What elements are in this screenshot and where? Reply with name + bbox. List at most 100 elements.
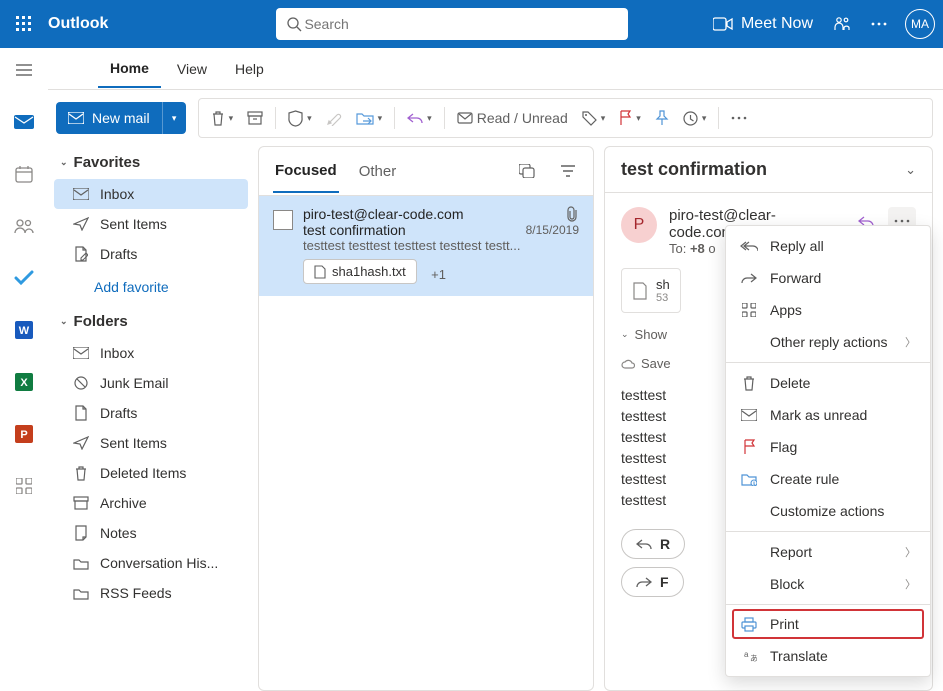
favorites-header[interactable]: ⌄Favorites xyxy=(54,146,248,179)
mail-icon xyxy=(13,114,35,130)
sent-icon xyxy=(73,436,89,450)
forward-icon xyxy=(636,576,652,588)
sent-icon xyxy=(73,217,89,231)
ctx-create-rule[interactable]: Create rule xyxy=(726,463,930,495)
ctx-reply-all[interactable]: Reply all xyxy=(726,230,930,262)
reply-pill-button[interactable]: R xyxy=(621,529,685,559)
message-subject: test confirmation xyxy=(303,222,406,238)
multiselect-icon xyxy=(519,164,535,178)
folders-header[interactable]: ⌄Folders xyxy=(54,305,248,338)
nav-toggle-button[interactable] xyxy=(8,54,40,86)
rail-powerpoint[interactable]: P xyxy=(8,418,40,450)
folder-notes[interactable]: Notes xyxy=(54,518,248,548)
flag-button[interactable]: ▾ xyxy=(613,102,647,134)
folder-junk[interactable]: Junk Email xyxy=(54,368,248,398)
mail-icon xyxy=(68,112,84,124)
reply-icon xyxy=(636,538,652,550)
pivot-focused[interactable]: Focused xyxy=(273,150,339,193)
ctx-mark-unread[interactable]: Mark as unread xyxy=(726,399,930,431)
teams-button[interactable] xyxy=(823,0,861,48)
reading-subject: test confirmation xyxy=(621,159,905,180)
meet-now-label: Meet Now xyxy=(741,15,813,33)
filter-button[interactable] xyxy=(557,155,579,187)
sweep-button[interactable] xyxy=(320,102,348,134)
delete-icon xyxy=(211,110,225,126)
rail-more-apps[interactable] xyxy=(8,470,40,502)
folder-archive[interactable]: Archive xyxy=(54,488,248,518)
inbox-icon xyxy=(73,347,89,359)
folder-drafts[interactable]: Drafts xyxy=(54,398,248,428)
paperclip-icon xyxy=(565,206,579,222)
favorite-drafts[interactable]: Drafts xyxy=(54,239,248,269)
ctx-forward[interactable]: Forward xyxy=(726,262,930,294)
flag-icon xyxy=(743,439,756,455)
tab-view[interactable]: View xyxy=(165,51,219,87)
rail-excel[interactable]: X xyxy=(8,366,40,398)
separator xyxy=(726,362,930,363)
favorite-sent[interactable]: Sent Items xyxy=(54,209,248,239)
message-date: 8/15/2019 xyxy=(526,223,579,237)
mail-icon xyxy=(741,409,757,421)
favorite-inbox[interactable]: Inbox xyxy=(54,179,248,209)
overflow-button[interactable] xyxy=(725,102,753,134)
draft-icon xyxy=(74,405,88,421)
ctx-other-reply[interactable]: Other reply actions〉 xyxy=(726,326,930,358)
translate-icon: aあ xyxy=(741,649,757,663)
archive-icon xyxy=(247,111,263,125)
folder-conversation-history[interactable]: Conversation His... xyxy=(54,548,248,578)
message-from: piro-test@clear-code.com xyxy=(303,206,464,222)
search-icon xyxy=(286,16,302,32)
delete-button[interactable]: ▾ xyxy=(205,102,240,134)
app-launcher-button[interactable] xyxy=(8,8,40,40)
tab-help[interactable]: Help xyxy=(223,51,276,87)
folder-sent[interactable]: Sent Items xyxy=(54,428,248,458)
folder-rss[interactable]: RSS Feeds xyxy=(54,578,248,608)
ctx-delete[interactable]: Delete xyxy=(726,367,930,399)
flag-icon xyxy=(619,110,632,126)
tab-home[interactable]: Home xyxy=(98,50,161,88)
profile-avatar[interactable]: MA xyxy=(905,9,935,39)
ctx-report[interactable]: Report〉 xyxy=(726,536,930,568)
move-button[interactable]: ▾ xyxy=(350,102,389,134)
ctx-apps[interactable]: Apps xyxy=(726,294,930,326)
collapse-reading-button[interactable]: ⌄ xyxy=(905,162,916,178)
pivot-other[interactable]: Other xyxy=(357,151,399,192)
forward-pill-button[interactable]: F xyxy=(621,567,684,597)
archive-button[interactable] xyxy=(241,102,269,134)
meet-now-button[interactable]: Meet Now xyxy=(703,0,823,48)
more-button[interactable] xyxy=(861,0,897,48)
search-input[interactable] xyxy=(302,15,618,33)
ctx-block[interactable]: Block〉 xyxy=(726,568,930,600)
ctx-translate[interactable]: aあTranslate xyxy=(726,640,930,672)
ctx-customize[interactable]: Customize actions xyxy=(726,495,930,527)
report-button[interactable]: ▾ xyxy=(282,102,318,134)
message-checkbox[interactable] xyxy=(273,210,293,230)
select-mode-button[interactable] xyxy=(515,155,539,187)
new-mail-button[interactable]: New mail xyxy=(56,102,162,134)
more-attachments[interactable]: +1 xyxy=(431,267,446,282)
ctx-flag[interactable]: Flag xyxy=(726,431,930,463)
folder-inbox[interactable]: Inbox xyxy=(54,338,248,368)
filter-icon xyxy=(561,165,575,177)
read-unread-button[interactable]: Read / Unread xyxy=(451,102,574,134)
pin-button[interactable] xyxy=(649,102,675,134)
ctx-print[interactable]: Print xyxy=(732,609,924,639)
folder-deleted[interactable]: Deleted Items xyxy=(54,458,248,488)
attachment-chip[interactable]: sha1hash.txt xyxy=(303,259,417,284)
rail-todo[interactable] xyxy=(8,262,40,294)
rail-people[interactable] xyxy=(8,210,40,242)
new-mail-dropdown[interactable]: ▾ xyxy=(162,102,186,134)
reply-split-button[interactable]: ▾ xyxy=(401,102,438,134)
add-favorite-link[interactable]: Add favorite xyxy=(54,269,248,305)
rail-mail[interactable] xyxy=(8,106,40,138)
teams-icon xyxy=(833,15,851,33)
video-icon xyxy=(713,17,733,31)
tag-button[interactable]: ▾ xyxy=(576,102,612,134)
message-item[interactable]: piro-test@clear-code.com test confirmati… xyxy=(259,195,593,296)
attachment-card[interactable]: sh 53 xyxy=(621,268,681,313)
rail-calendar[interactable] xyxy=(8,158,40,190)
snooze-button[interactable]: ▾ xyxy=(677,102,713,134)
search-box[interactable] xyxy=(276,8,628,40)
trash-icon xyxy=(74,465,88,481)
rail-word[interactable]: W xyxy=(8,314,40,346)
